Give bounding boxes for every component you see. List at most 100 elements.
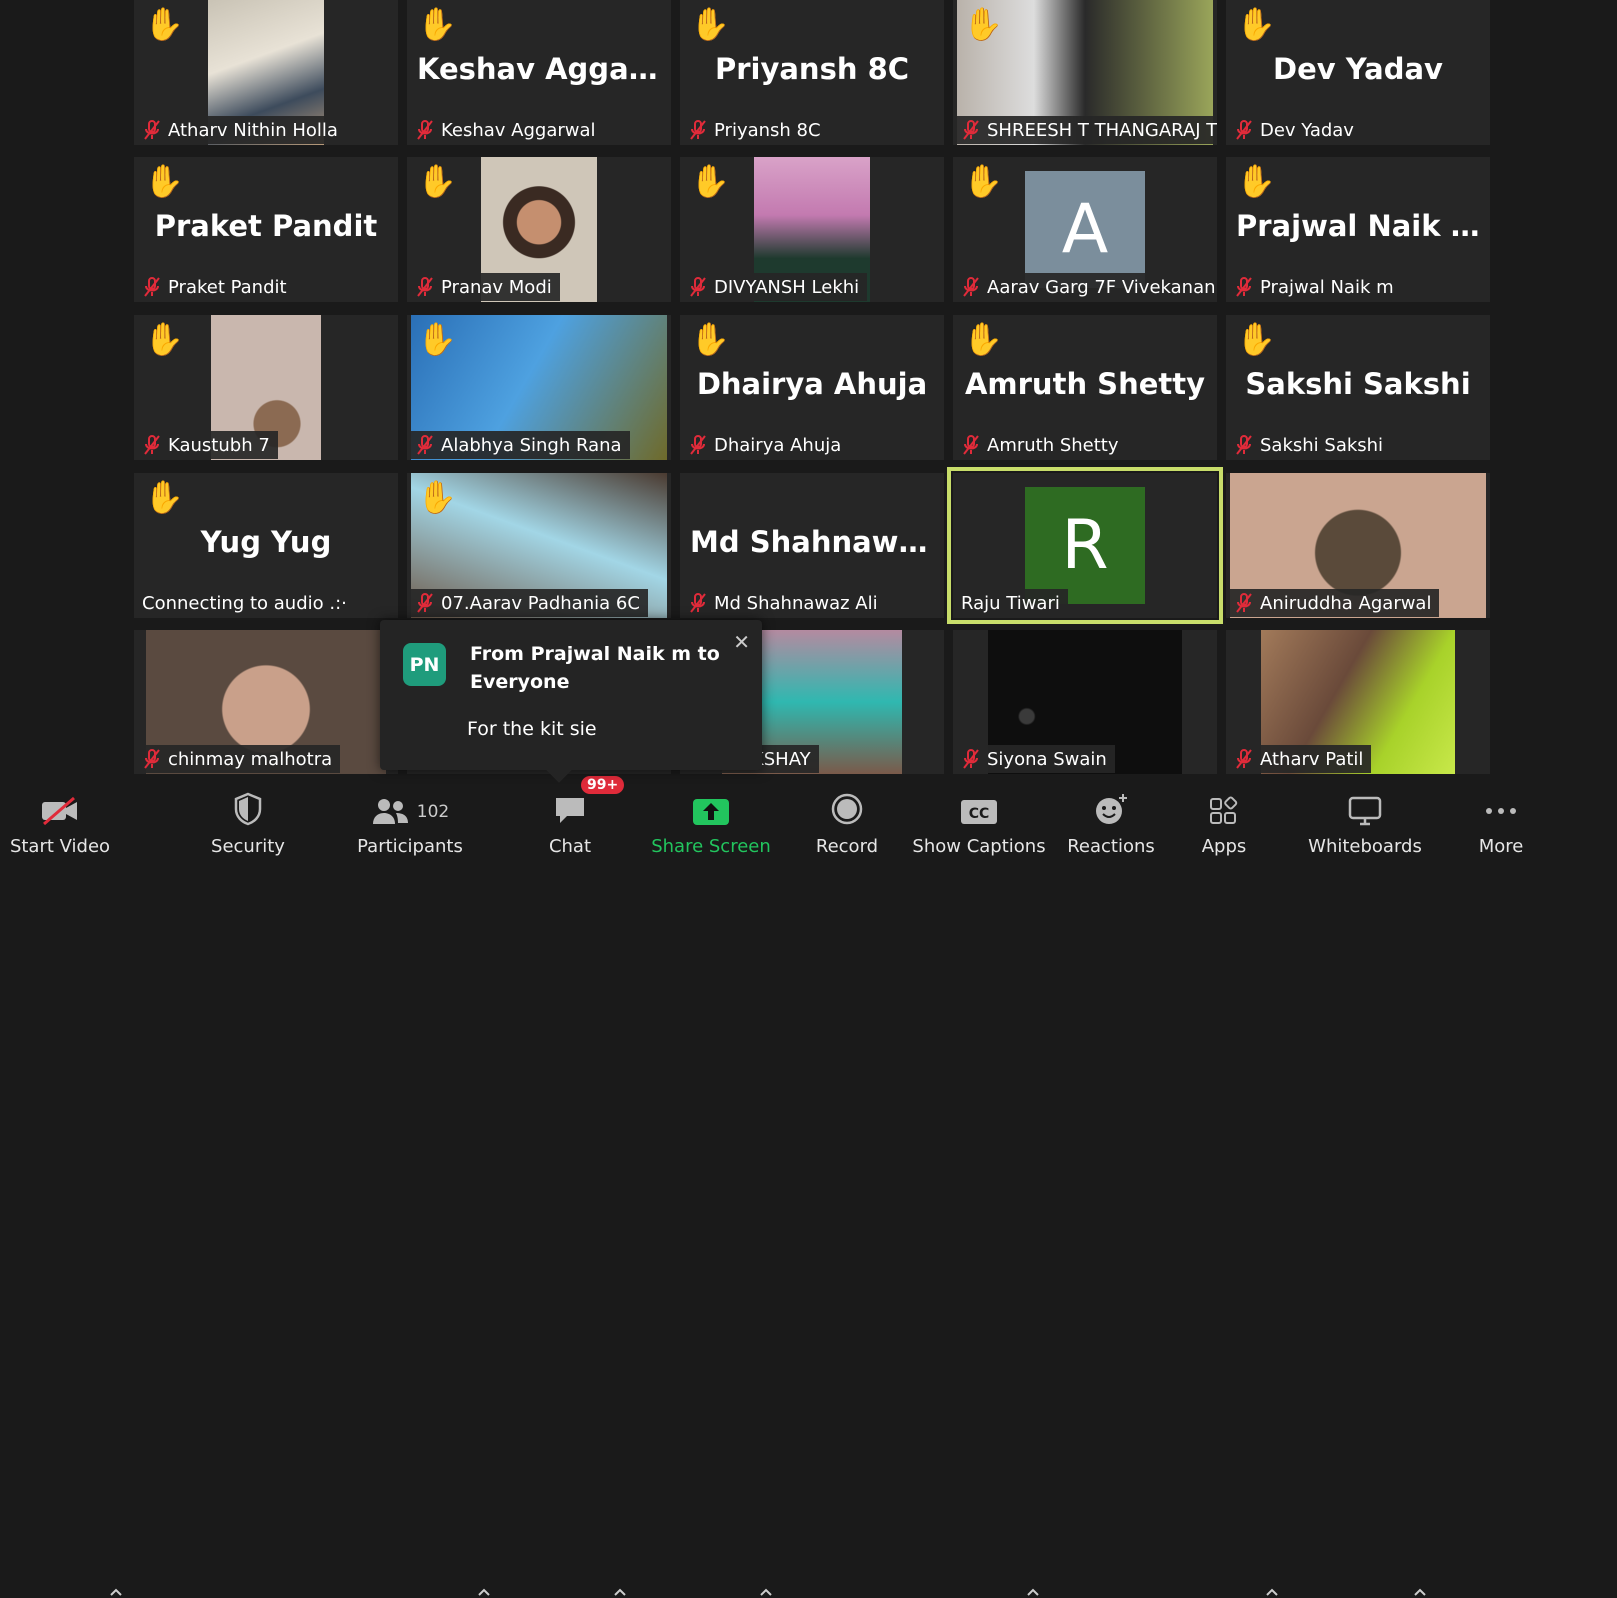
participant-nameplate: Kaustubh 7 xyxy=(138,431,278,459)
mic-muted-icon xyxy=(1236,593,1252,613)
more-dots-icon xyxy=(1486,808,1516,814)
apps-button[interactable]: Apps xyxy=(1194,780,1254,868)
chat-icon xyxy=(556,798,584,823)
participants-icon xyxy=(372,799,408,824)
raised-hand-icon: ✋ xyxy=(144,5,184,43)
participant-name: Priyansh 8C xyxy=(714,119,821,141)
participant-name: Siyona Swain xyxy=(987,748,1107,770)
record-button[interactable]: Record xyxy=(812,780,882,868)
video-tile[interactable]: ✋ SHREESH T THANGARAJ T xyxy=(953,0,1217,145)
participant-name: chinmay malhotra xyxy=(168,748,333,770)
video-tile[interactable]: Dhairya Ahuja ✋ Dhairya Ahuja xyxy=(680,315,944,460)
share-screen-label: Share Screen xyxy=(651,836,771,857)
mic-muted-icon xyxy=(963,277,979,297)
whiteboards-button[interactable]: Whiteboards xyxy=(1305,780,1425,868)
apps-icon xyxy=(1210,796,1238,824)
raised-hand-icon: ✋ xyxy=(690,320,730,358)
participant-nameplate: Siyona Swain xyxy=(957,745,1115,773)
video-tile[interactable]: Prajwal Naik m ✋ Prajwal Naik m xyxy=(1226,157,1490,302)
raised-hand-icon: ✋ xyxy=(417,162,457,200)
video-tile[interactable]: Yug Yug ✋ Connecting to audio .:· xyxy=(134,473,398,618)
video-tile[interactable]: Md Shahnawaz... Md Shahnawaz Ali xyxy=(680,473,944,618)
participant-nameplate: Prajwal Naik m xyxy=(1230,273,1402,301)
mic-muted-icon xyxy=(1236,435,1252,455)
video-tile[interactable]: ✋ Pranav Modi xyxy=(407,157,671,302)
chevron-up-icon[interactable] xyxy=(612,1586,628,1598)
video-tile[interactable]: ✋ DIVYANSH Lekhi xyxy=(680,157,944,302)
participant-nameplate: Aniruddha Agarwal xyxy=(1230,589,1440,617)
video-tile[interactable]: A ✋ Aarav Garg 7F Vivekanan... xyxy=(953,157,1217,302)
whiteboard-icon xyxy=(1348,796,1382,826)
video-tile[interactable]: Priyansh 8C ✋ Priyansh 8C xyxy=(680,0,944,145)
participant-nameplate: Md Shahnawaz Ali xyxy=(684,589,886,617)
reactions-label: Reactions xyxy=(1067,836,1155,857)
close-icon[interactable]: ✕ xyxy=(733,630,750,654)
video-tile[interactable]: chinmay malhotra xyxy=(134,630,398,774)
participant-nameplate: Sakshi Sakshi xyxy=(1230,431,1392,459)
chat-message: For the kit sie xyxy=(467,718,597,740)
video-tile[interactable]: Atharv Patil xyxy=(1226,630,1490,774)
participant-name: SHREESH T THANGARAJ T xyxy=(987,119,1217,141)
mic-muted-icon xyxy=(690,593,706,613)
participant-nameplate: 07.Aarav Padhania 6C xyxy=(411,589,648,617)
participant-name: Dhairya Ahuja xyxy=(714,434,842,456)
raised-hand-icon: ✋ xyxy=(690,162,730,200)
participant-nameplate: Amruth Shetty xyxy=(957,431,1127,459)
participant-name: Amruth Shetty xyxy=(987,434,1119,456)
participant-display-name: Amruth Shetty xyxy=(964,367,1206,401)
participants-label: Participants xyxy=(357,836,463,857)
participant-name: Pranav Modi xyxy=(441,276,552,298)
chevron-up-icon[interactable] xyxy=(1412,1586,1428,1598)
participant-name: 07.Aarav Padhania 6C xyxy=(441,592,640,614)
participant-nameplate: Praket Pandit xyxy=(138,273,295,301)
participant-nameplate: Dev Yadav xyxy=(1230,116,1362,144)
participant-name: Sakshi Sakshi xyxy=(1260,434,1384,456)
participant-name: Prajwal Naik m xyxy=(1260,276,1394,298)
video-tile[interactable]: ✋ 07.Aarav Padhania 6C xyxy=(407,473,671,618)
raised-hand-icon: ✋ xyxy=(417,478,457,516)
video-tile[interactable]: Amruth Shetty ✋ Amruth Shetty xyxy=(953,315,1217,460)
video-tile[interactable]: ✋ Alabhya Singh Rana xyxy=(407,315,671,460)
participant-display-name: Sakshi Sakshi xyxy=(1245,367,1471,401)
chevron-up-icon[interactable] xyxy=(476,1586,492,1598)
chat-button[interactable]: 99+ Chat xyxy=(530,776,625,868)
participant-name: Dev Yadav xyxy=(1260,119,1354,141)
chevron-up-icon[interactable] xyxy=(1025,1586,1041,1598)
video-tile[interactable]: ✋ Atharv Nithin Holla xyxy=(134,0,398,145)
participant-nameplate: Priyansh 8C xyxy=(684,116,829,144)
participant-name: Aniruddha Agarwal xyxy=(1260,592,1432,614)
sender-avatar: PN xyxy=(403,643,446,686)
security-button[interactable]: Security xyxy=(198,780,298,868)
chevron-up-icon[interactable] xyxy=(758,1586,774,1598)
participant-name: Kaustubh 7 xyxy=(168,434,270,456)
video-tile[interactable]: R Raju Tiwari xyxy=(947,467,1223,624)
chat-notification[interactable]: PN From Prajwal Naik m to Everyone For t… xyxy=(380,620,762,783)
show-captions-button[interactable]: CC Show Captions xyxy=(912,780,1046,868)
chat-badge: 99+ xyxy=(581,776,625,794)
video-tile[interactable]: Sakshi Sakshi ✋ Sakshi Sakshi xyxy=(1226,315,1490,460)
raised-hand-icon: ✋ xyxy=(144,478,184,516)
mic-muted-icon xyxy=(417,277,433,297)
video-tile[interactable]: Praket Pandit ✋ Praket Pandit xyxy=(134,157,398,302)
reactions-button[interactable]: Reactions xyxy=(1066,780,1156,868)
video-tile[interactable]: ✋ Kaustubh 7 xyxy=(134,315,398,460)
chevron-up-icon[interactable] xyxy=(108,1586,124,1598)
participant-name: Atharv Nithin Holla xyxy=(168,119,338,141)
participant-count: 102 xyxy=(416,802,450,822)
share-screen-button[interactable]: Share Screen xyxy=(651,780,771,868)
video-tile[interactable]: Aniruddha Agarwal xyxy=(1226,473,1490,618)
captions-icon: CC xyxy=(961,800,997,824)
share-screen-icon xyxy=(693,799,729,825)
chevron-up-icon[interactable] xyxy=(1264,1586,1280,1598)
video-tile[interactable]: Keshav Aggarwal ✋ Keshav Aggarwal xyxy=(407,0,671,145)
raised-hand-icon: ✋ xyxy=(963,5,1003,43)
more-button[interactable]: More xyxy=(1466,780,1536,868)
mic-muted-icon xyxy=(144,435,160,455)
participants-button[interactable]: 102 Participants xyxy=(350,780,470,868)
video-tile[interactable]: Dev Yadav ✋ Dev Yadav xyxy=(1226,0,1490,145)
video-tile[interactable]: Siyona Swain xyxy=(953,630,1217,774)
mic-muted-icon xyxy=(144,120,160,140)
mic-muted-icon xyxy=(417,593,433,613)
participant-name: DIVYANSH Lekhi xyxy=(714,276,860,298)
start-video-button[interactable]: Start Video xyxy=(8,780,112,868)
